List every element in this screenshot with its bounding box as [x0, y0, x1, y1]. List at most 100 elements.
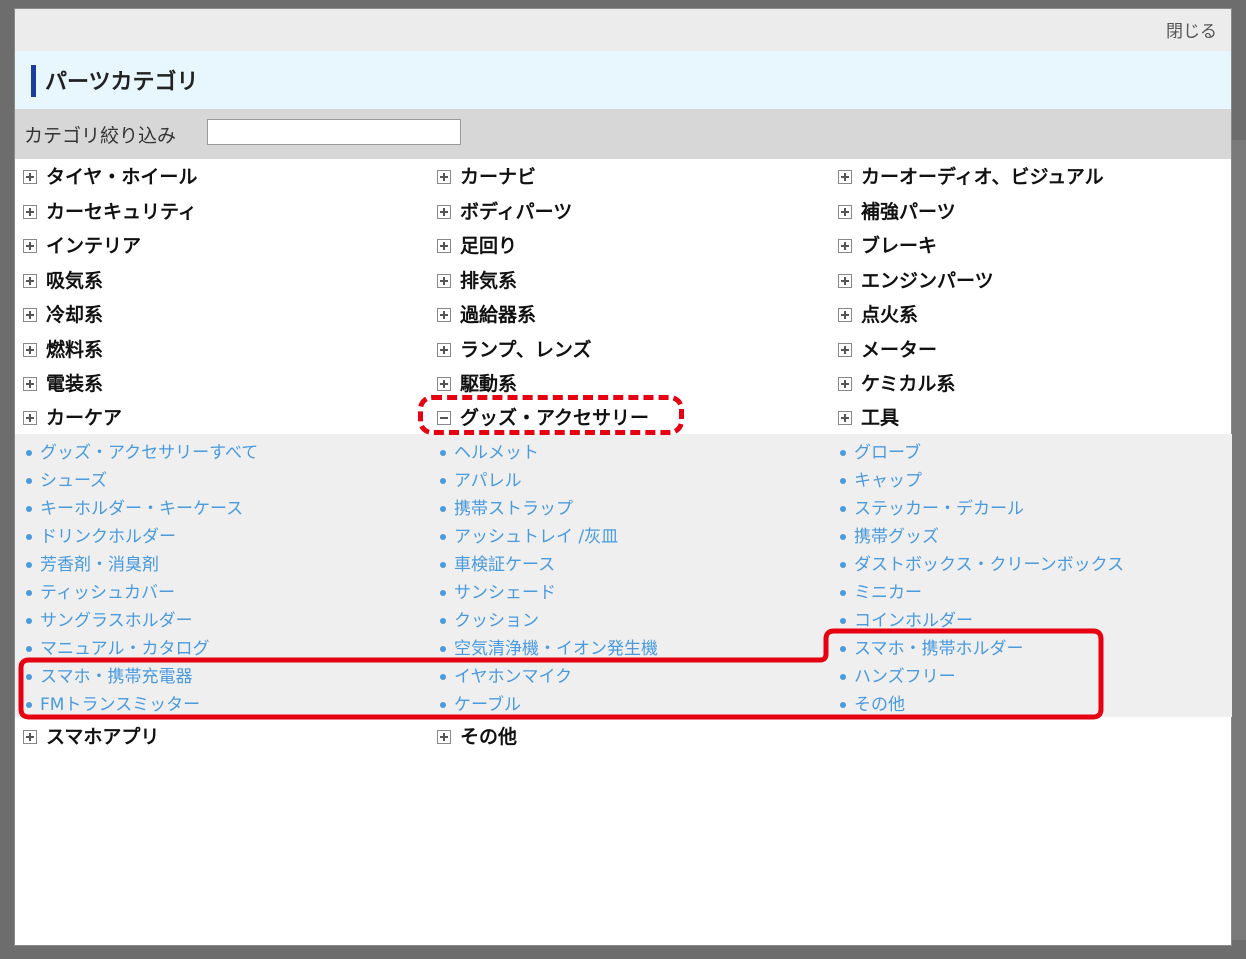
bullet-icon: [26, 674, 32, 680]
background-page-edge: [1232, 140, 1246, 940]
close-button[interactable]: 閉じる: [1166, 17, 1217, 42]
modal-header: 閉じる: [15, 9, 1231, 51]
bullet-icon: [840, 562, 846, 568]
subcategory-link[interactable]: クッション: [440, 606, 539, 631]
bullet-icon: [440, 618, 446, 624]
subcategory-link[interactable]: 車検証ケース: [440, 550, 555, 575]
bullet-icon: [440, 674, 446, 680]
subcategory-link[interactable]: スマホ・携帯充電器: [26, 662, 193, 687]
subcategory-link[interactable]: コインホルダー: [840, 606, 973, 631]
subcategory-link[interactable]: ミニカー: [840, 578, 922, 603]
bullet-icon: [26, 702, 32, 708]
category-goods-accessories[interactable]: グッズ・アクセサリー: [437, 403, 649, 430]
subcategory-link[interactable]: ヘルメット: [440, 438, 539, 463]
expand-icon: [437, 377, 451, 391]
category-brakes[interactable]: ブレーキ: [838, 231, 937, 258]
category-chemicals[interactable]: ケミカル系: [838, 369, 955, 396]
subcategory-link[interactable]: マニュアル・カタログ: [26, 634, 210, 659]
subcategory-link[interactable]: キーホルダー・キーケース: [26, 494, 243, 519]
category-cooling[interactable]: 冷却系: [23, 300, 103, 327]
category-car-audio-visual[interactable]: カーオーディオ、ビジュアル: [838, 162, 1104, 189]
bullet-icon: [440, 590, 446, 596]
subcategory-link[interactable]: グローブ: [840, 438, 921, 463]
expand-icon: [838, 377, 852, 391]
bullet-icon: [26, 646, 32, 652]
subcategory-link[interactable]: サングラスホルダー: [26, 606, 193, 631]
category-exhaust[interactable]: 排気系: [437, 266, 517, 293]
bullet-icon: [440, 478, 446, 484]
expand-icon: [437, 205, 451, 219]
subcategory-link[interactable]: キャップ: [840, 466, 922, 491]
subcategory-link[interactable]: ダストボックス・クリーンボックス: [840, 550, 1124, 575]
category-fuel[interactable]: 燃料系: [23, 335, 103, 362]
expand-icon: [23, 274, 37, 288]
expand-icon: [23, 308, 37, 322]
category-electrical[interactable]: 電装系: [23, 369, 103, 396]
expand-icon: [23, 377, 37, 391]
subcategory-link[interactable]: ケーブル: [440, 690, 521, 715]
bullet-icon: [840, 674, 846, 680]
subcategory-link[interactable]: ハンズフリー: [840, 662, 956, 687]
subcategory-link[interactable]: ステッカー・デカール: [840, 494, 1024, 519]
category-suspension[interactable]: 足回り: [437, 231, 517, 258]
bullet-icon: [840, 478, 846, 484]
subcategory-link[interactable]: 空気清浄機・イオン発生機: [440, 634, 658, 659]
bullet-icon: [440, 646, 446, 652]
bullet-icon: [440, 562, 446, 568]
bullet-icon: [26, 506, 32, 512]
expand-icon: [838, 239, 852, 253]
subcategory-link[interactable]: シューズ: [26, 466, 107, 491]
expand-icon: [437, 343, 451, 357]
subcategory-link[interactable]: 芳香剤・消臭剤: [26, 550, 159, 575]
subcategory-panel: グッズ・アクセサリーすべて シューズ キーホルダー・キーケース ドリンクホルダー…: [15, 434, 1233, 717]
category-car-navi[interactable]: カーナビ: [437, 162, 536, 189]
collapse-icon: [437, 411, 451, 425]
bullet-icon: [440, 450, 446, 456]
subcategory-link[interactable]: アッシュトレイ /灰皿: [440, 522, 618, 547]
title-bar: パーツカテゴリ: [15, 51, 1231, 109]
category-car-care[interactable]: カーケア: [23, 403, 122, 430]
subcategory-link[interactable]: アパレル: [440, 466, 522, 491]
bullet-icon: [840, 646, 846, 652]
subcategory-link[interactable]: 携帯ストラップ: [440, 494, 573, 519]
expand-icon: [23, 343, 37, 357]
bullet-icon: [840, 590, 846, 596]
bullet-icon: [440, 506, 446, 512]
category-modal: 閉じる パーツカテゴリ カテゴリ絞り込み タイヤ・ホイール カーセキュリティ イ…: [14, 8, 1233, 946]
expand-icon: [437, 730, 451, 744]
category-tires-wheels[interactable]: タイヤ・ホイール: [23, 162, 197, 189]
subcategory-link[interactable]: ドリンクホルダー: [26, 522, 176, 547]
category-other[interactable]: その他: [437, 722, 517, 749]
expand-icon: [437, 239, 451, 253]
subcategory-link[interactable]: FMトランスミッター: [26, 690, 200, 715]
category-engine-parts[interactable]: エンジンパーツ: [838, 266, 994, 293]
bullet-icon: [26, 534, 32, 540]
subcategory-link[interactable]: その他: [840, 690, 905, 715]
bullet-icon: [840, 450, 846, 456]
bullet-icon: [840, 618, 846, 624]
category-turbo[interactable]: 過給器系: [437, 300, 536, 327]
subcategory-link[interactable]: サンシェード: [440, 578, 556, 603]
category-reinforcement[interactable]: 補強パーツ: [838, 197, 956, 224]
bullet-icon: [26, 450, 32, 456]
category-drivetrain[interactable]: 駆動系: [437, 369, 517, 396]
category-tools[interactable]: 工具: [838, 403, 899, 430]
category-intake[interactable]: 吸気系: [23, 266, 103, 293]
category-filter-input[interactable]: [207, 119, 461, 145]
bullet-icon: [840, 534, 846, 540]
bullet-icon: [840, 702, 846, 708]
subcategory-link[interactable]: グッズ・アクセサリーすべて: [26, 438, 258, 463]
category-body-parts[interactable]: ボディパーツ: [437, 197, 572, 224]
category-smartphone-apps[interactable]: スマホアプリ: [23, 722, 159, 749]
bullet-icon: [26, 478, 32, 484]
category-car-security[interactable]: カーセキュリティ: [23, 197, 197, 224]
category-meters[interactable]: メーター: [838, 335, 937, 362]
subcategory-link[interactable]: スマホ・携帯ホルダー: [840, 634, 1024, 659]
category-ignition[interactable]: 点火系: [838, 300, 918, 327]
subcategory-link[interactable]: 携帯グッズ: [840, 522, 939, 547]
bullet-icon: [440, 534, 446, 540]
subcategory-link[interactable]: イヤホンマイク: [440, 662, 572, 687]
subcategory-link[interactable]: ティッシュカバー: [26, 578, 175, 603]
category-lamps-lenses[interactable]: ランプ、レンズ: [437, 335, 591, 362]
category-interior[interactable]: インテリア: [23, 231, 141, 258]
